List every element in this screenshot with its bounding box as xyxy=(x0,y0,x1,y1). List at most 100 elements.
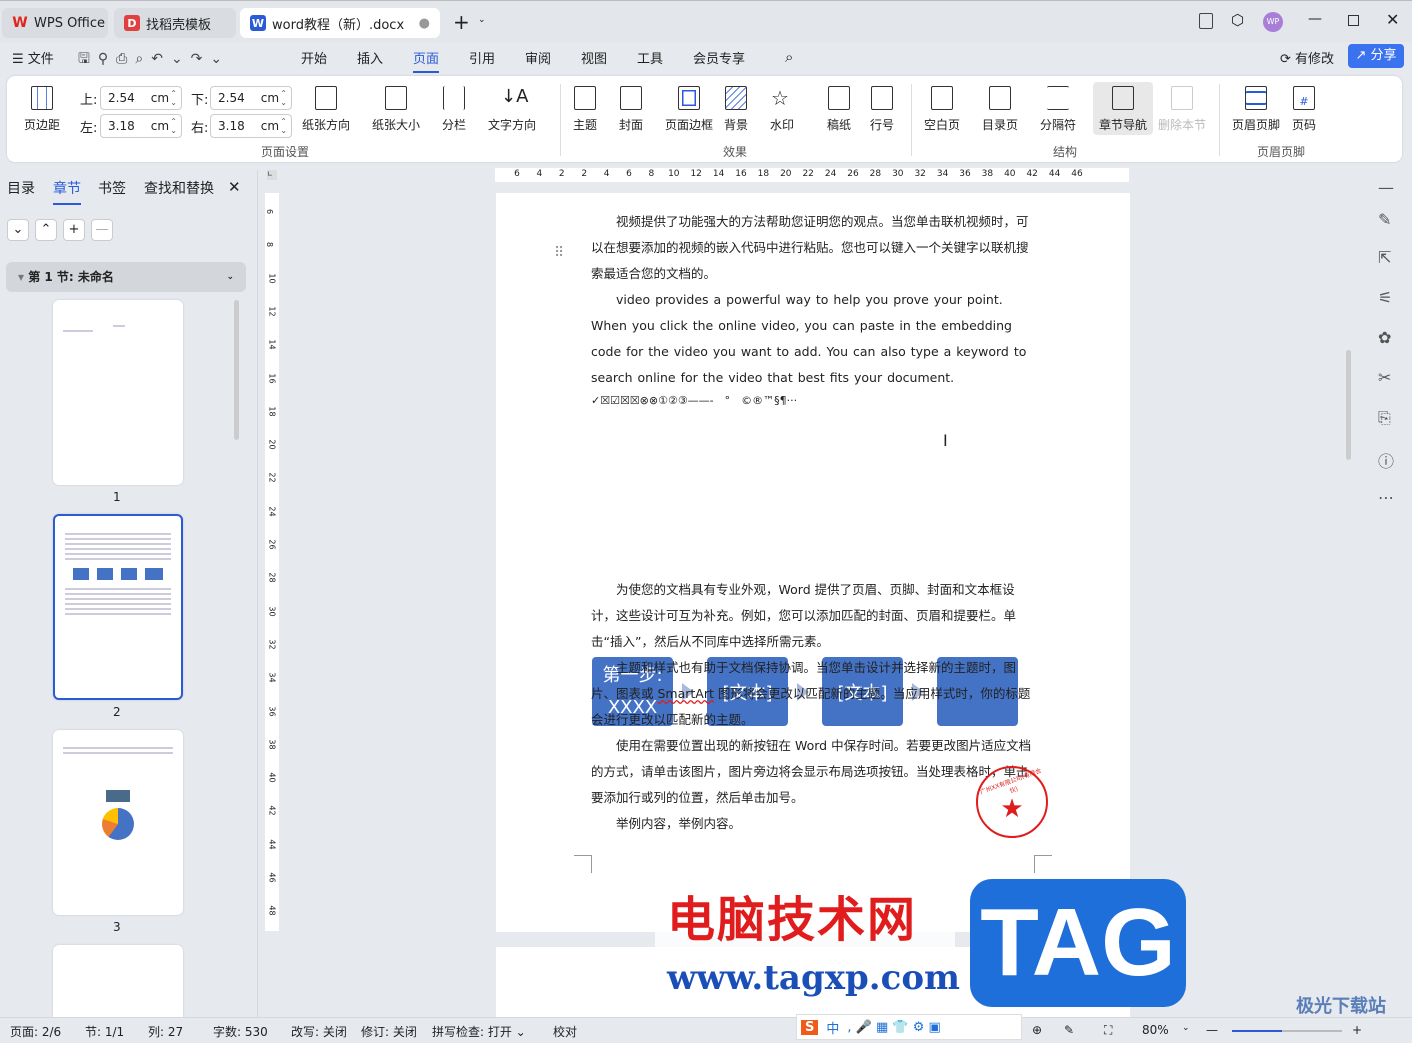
columns-button[interactable]: 分栏 xyxy=(439,82,469,135)
watermark-button[interactable]: ☆ 水印 xyxy=(767,82,797,135)
panel-tab-toc[interactable]: 目录 xyxy=(7,178,35,198)
left-margin-input[interactable]: 3.18 cm ⌃ ⌄ xyxy=(100,114,182,138)
paragraph[interactable]: 主题和样式也有助于文档保持协调。当您单击设计并选择新的主题时，图片、图表或 Sm… xyxy=(591,655,1037,733)
header-footer-button[interactable]: 页眉页脚 xyxy=(1229,82,1283,135)
prev-section-button[interactable]: ⌃ xyxy=(35,219,57,241)
adjust-icon[interactable]: ⚟ xyxy=(1378,288,1392,307)
page-number-button[interactable]: # 页码 xyxy=(1289,82,1319,135)
symbols-line[interactable]: ✓☒☑☒☒⊗⊗①②③——- ° ©®™§¶··· xyxy=(591,391,1037,411)
new-tab-icon[interactable]: + xyxy=(453,10,470,34)
status-track-changes[interactable]: 修订: 关闭 xyxy=(361,1023,417,1040)
menu-review[interactable]: 审阅 xyxy=(525,48,551,67)
minimize-icon[interactable]: — xyxy=(1308,11,1322,27)
tab-wps-office[interactable]: W WPS Office xyxy=(2,8,108,38)
drag-handle-icon[interactable]: ⠿ xyxy=(554,245,564,261)
book-icon[interactable]: ⎘ xyxy=(1378,408,1391,428)
page-thumbnail-3[interactable] xyxy=(53,730,183,915)
cover-button[interactable]: 封面 xyxy=(616,82,646,135)
page-thumbnail-4[interactable] xyxy=(53,945,183,1017)
document-page[interactable]: 视频提供了功能强大的方法帮助您证明您的观点。当您单击联机视频时，可以在想要添加的… xyxy=(496,193,1130,932)
menu-tools[interactable]: 工具 xyxy=(637,48,663,67)
close-icon[interactable]: ✕ xyxy=(1386,10,1399,29)
select-icon[interactable]: ⇱ xyxy=(1378,248,1391,267)
avatar[interactable]: WP xyxy=(1263,12,1283,32)
section-nav-button[interactable]: 章节导航 xyxy=(1093,82,1154,135)
cube-icon[interactable]: ⬡ xyxy=(1231,11,1244,29)
page-border-button[interactable]: 页面边框 xyxy=(662,82,716,135)
vertical-ruler[interactable]: 6 8 10 12 14 16 18 20 22 24 26 28 30 32 34 36 38 40 42 44 46… xyxy=(265,193,279,931)
zoom-out-icon[interactable]: — xyxy=(1206,1023,1218,1037)
status-page[interactable]: 页面: 2/6 xyxy=(10,1023,61,1040)
background-button[interactable]: 背景 xyxy=(721,82,751,135)
globe-icon[interactable]: ⊕ xyxy=(1032,1023,1042,1037)
ime-mode[interactable]: 中 xyxy=(826,1018,839,1037)
toc-page-button[interactable]: 目录页 xyxy=(979,82,1021,135)
spelling-error-word[interactable]: SmartArt xyxy=(657,686,713,701)
status-section[interactable]: 节: 1/1 xyxy=(85,1023,124,1040)
horizontal-ruler[interactable]: 6 4 2 2 4 6 8 10 12 14 16 18 20 22 24 26 28 30 32 34 36 38 40 4… xyxy=(495,168,1129,182)
status-word-count[interactable]: 字数: 530 xyxy=(213,1023,268,1040)
quick-access-toolbar[interactable]: 🖫⚲⎙⌕↶⌄↷⌄ xyxy=(78,48,230,72)
status-spell-check[interactable]: 拼写检查: 打开 ⌄ xyxy=(432,1023,526,1040)
panel-tab-find-replace[interactable]: 查找和替换 xyxy=(144,178,214,198)
theme-button[interactable]: 主题 xyxy=(570,82,600,135)
status-overtype[interactable]: 改写: 关闭 xyxy=(291,1023,347,1040)
manuscript-paper-button[interactable]: 稿纸 xyxy=(824,82,854,135)
panel-scrollbar[interactable] xyxy=(234,300,239,440)
tools-icon[interactable]: ✂ xyxy=(1378,368,1391,387)
help-icon[interactable]: ⓘ xyxy=(1378,448,1394,472)
tab-stop-selector[interactable]: ∟ xyxy=(267,170,277,180)
menu-member[interactable]: 会员专享 xyxy=(693,48,745,67)
share-button[interactable]: ↗ 分享 xyxy=(1348,44,1404,68)
menu-home[interactable]: 开始 xyxy=(301,48,327,67)
spinner-arrows-icon[interactable]: ⌃ ⌄ xyxy=(170,89,177,107)
zoom-dropdown-icon[interactable]: ⌄ xyxy=(1182,1023,1190,1033)
paragraph[interactable]: 为使您的文档具有专业外观，Word 提供了页眉、页脚、封面和文本框设计，这些设计… xyxy=(591,577,1037,655)
file-menu[interactable]: ☰ 文件 xyxy=(12,48,54,67)
remove-section-button[interactable]: — xyxy=(91,219,113,241)
paragraph[interactable]: video provides a powerful way to help yo… xyxy=(591,287,1037,391)
margins-button[interactable]: 页边距 xyxy=(21,82,63,135)
spinner-arrows-icon[interactable]: ⌃ ⌄ xyxy=(280,117,287,135)
delete-section-button[interactable]: 删除本节 xyxy=(1155,82,1209,135)
tab-document[interactable]: Wword教程（新）.docx ● xyxy=(240,8,440,38)
add-section-button[interactable]: + xyxy=(63,219,85,241)
menu-view[interactable]: 视图 xyxy=(581,48,607,67)
spinner-arrows-icon[interactable]: ⌃ ⌄ xyxy=(170,117,177,135)
menu-insert[interactable]: 插入 xyxy=(357,48,383,67)
search-icon[interactable]: ⌕ xyxy=(785,48,793,66)
status-proofread[interactable]: 校对 xyxy=(553,1023,577,1040)
top-margin-input[interactable]: 2.54 cm ⌃ ⌄ xyxy=(100,86,182,110)
chevron-down-icon[interactable]: ⌄ xyxy=(478,15,486,25)
line-numbers-button[interactable]: 行号 xyxy=(867,82,897,135)
paper-size-button[interactable]: 纸张大小 xyxy=(369,82,423,135)
phone-icon[interactable] xyxy=(1199,13,1213,29)
ime-tools-icon[interactable]: , 🎤 ▦ 👕 ⚙ ▣ xyxy=(847,1020,940,1035)
spinner-arrows-icon[interactable]: ⌃ ⌄ xyxy=(280,89,287,107)
zoom-in-icon[interactable]: + xyxy=(1352,1023,1362,1037)
menu-references[interactable]: 引用 xyxy=(469,48,495,67)
ai-icon[interactable]: ✿ xyxy=(1378,328,1391,347)
document-scrollbar[interactable] xyxy=(1346,350,1351,460)
modified-button[interactable]: ⟳ 有修改 xyxy=(1280,48,1334,67)
page-thumbnail-2[interactable] xyxy=(53,514,183,700)
pen-icon[interactable]: ✎ xyxy=(1378,210,1391,229)
panel-tab-bookmarks[interactable]: 书签 xyxy=(98,178,126,198)
zoom-level[interactable]: 80% xyxy=(1142,1023,1169,1037)
right-margin-input[interactable]: 3.18 cm ⌃ ⌄ xyxy=(210,114,292,138)
tab-templates[interactable]: D 找稻壳模板 xyxy=(114,8,236,38)
ime-toolbar[interactable]: S中 , 🎤 ▦ 👕 ⚙ ▣ xyxy=(796,1014,1022,1040)
maximize-icon[interactable] xyxy=(1348,15,1359,26)
unsaved-dot-icon[interactable]: ● xyxy=(419,16,430,31)
zoom-slider[interactable] xyxy=(1232,1030,1342,1032)
fit-page-icon[interactable]: ⛶ xyxy=(1104,1023,1112,1038)
close-panel-icon[interactable]: ✕ xyxy=(228,178,241,196)
orientation-button[interactable]: 纸张方向 xyxy=(299,82,353,135)
section-item[interactable]: ▾ 第 1 节: 未命名 ⌄ xyxy=(6,262,246,292)
page-thumbnail-1[interactable] xyxy=(53,300,183,485)
bottom-margin-input[interactable]: 2.54 cm ⌃ ⌄ xyxy=(210,86,292,110)
paragraph[interactable]: 举例内容，举例内容。 xyxy=(591,811,1037,837)
panel-tab-sections[interactable]: 章节 xyxy=(53,178,81,205)
text-direction-button[interactable]: ↓A 文字方向 xyxy=(485,82,539,135)
menu-page[interactable]: 页面 xyxy=(413,48,440,73)
